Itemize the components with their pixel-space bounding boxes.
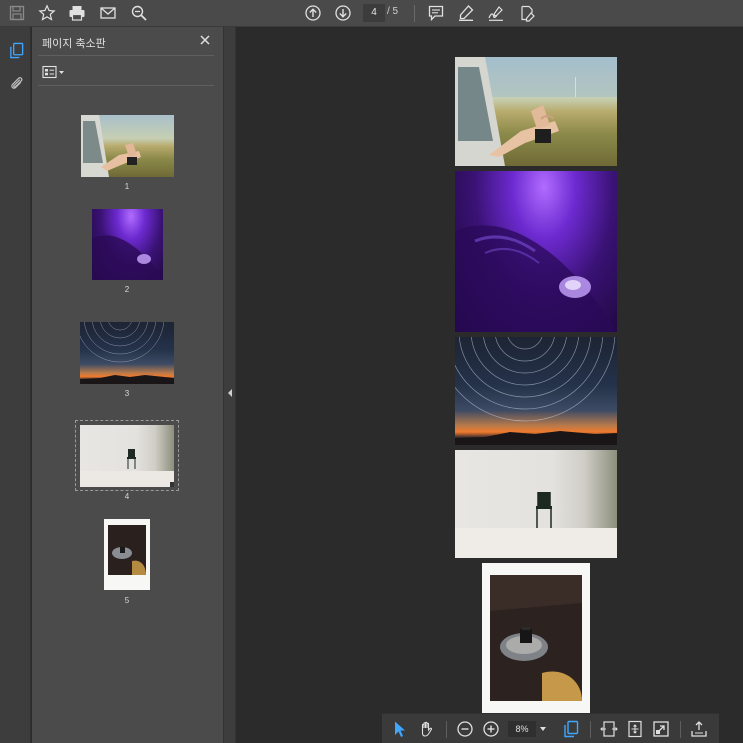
thumbnails-panel: 페이지 축소판 1 2 3 4 5 xyxy=(32,27,223,743)
mail-icon[interactable] xyxy=(96,2,120,24)
toolbar-divider xyxy=(680,721,681,738)
toolbar-divider xyxy=(446,721,447,738)
zoom-level-field[interactable]: 8% xyxy=(508,721,536,737)
thumbnail-page-5[interactable] xyxy=(104,519,150,590)
comment-icon[interactable] xyxy=(424,2,448,24)
chair-photo xyxy=(80,449,174,487)
page-layout-icon[interactable] xyxy=(562,720,580,738)
polaroid-photo xyxy=(108,525,146,575)
thumbnail-number: 1 xyxy=(124,182,130,191)
zoom-in-icon[interactable] xyxy=(482,720,500,738)
chevron-down-icon[interactable] xyxy=(540,727,546,731)
options-menu-icon xyxy=(42,65,64,79)
fit-page-icon[interactable] xyxy=(626,720,644,738)
car-feet-photo xyxy=(81,115,141,177)
attachments-icon[interactable] xyxy=(6,72,26,92)
highlight-icon[interactable] xyxy=(454,2,478,24)
sign-icon[interactable] xyxy=(484,2,508,24)
full-screen-icon[interactable] xyxy=(652,720,670,738)
share-upload-icon[interactable] xyxy=(690,720,708,738)
top-toolbar: 4 / 5 xyxy=(0,0,743,27)
close-icon[interactable] xyxy=(198,33,212,47)
purple-portrait-photo xyxy=(92,235,163,280)
thumbnail-number: 2 xyxy=(124,285,130,294)
thumbnail-number: 4 xyxy=(124,492,130,501)
chair-photo xyxy=(455,492,617,558)
select-tool-icon[interactable] xyxy=(392,720,408,738)
current-page-input[interactable]: 4 xyxy=(363,4,385,22)
polaroid-photo xyxy=(490,575,582,701)
zoom-search-icon[interactable] xyxy=(127,2,151,24)
bottom-floating-toolbar: 8% xyxy=(382,713,719,743)
star-trails-photo xyxy=(455,337,617,445)
page-2 xyxy=(455,171,617,332)
toolbar-divider xyxy=(414,5,415,22)
collapse-panel-icon[interactable] xyxy=(228,389,232,397)
thumbnail-page-4[interactable] xyxy=(80,425,174,487)
page-1 xyxy=(455,57,617,166)
star-trails-photo xyxy=(80,322,174,384)
thumbnail-page-1[interactable] xyxy=(81,115,174,177)
purple-portrait-photo xyxy=(455,225,617,332)
thumbnail-page-2[interactable] xyxy=(92,209,163,280)
panel-divider xyxy=(38,85,214,86)
panel-title: 페이지 축소판 xyxy=(42,38,106,50)
save-icon[interactable] xyxy=(5,2,29,24)
left-navigation-rail xyxy=(0,27,31,743)
prev-page-icon[interactable] xyxy=(301,2,325,24)
panel-splitter[interactable] xyxy=(223,27,236,743)
next-page-icon[interactable] xyxy=(331,2,355,24)
thumbnail-number: 3 xyxy=(124,389,130,398)
star-icon[interactable] xyxy=(35,2,59,24)
thumbnail-page-3[interactable] xyxy=(80,322,174,384)
page-3 xyxy=(455,337,617,445)
toolbar-divider xyxy=(590,721,591,738)
page-thumbnails-icon[interactable] xyxy=(6,40,26,60)
print-icon[interactable] xyxy=(65,2,89,24)
thumbnail-number: 5 xyxy=(124,596,130,605)
page-5 xyxy=(482,563,590,723)
car-feet-photo xyxy=(455,57,617,166)
panel-divider xyxy=(38,55,214,56)
document-view[interactable] xyxy=(237,27,743,743)
zoom-out-icon[interactable] xyxy=(456,720,474,738)
hand-tool-icon[interactable] xyxy=(418,720,436,738)
fit-width-icon[interactable] xyxy=(600,720,618,738)
thumbnail-options-button[interactable] xyxy=(42,65,68,79)
fill-sign-icon[interactable] xyxy=(515,2,539,24)
pdf-viewer-app: 4 / 5 페이지 축소판 1 2 3 4 5 8% xyxy=(0,0,743,743)
page-total-label: / 5 xyxy=(387,6,399,17)
page-4 xyxy=(455,450,617,558)
